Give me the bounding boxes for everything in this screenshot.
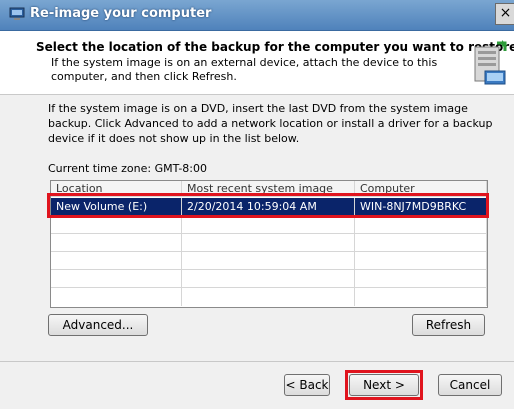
empty-row bbox=[51, 270, 487, 288]
empty-cell bbox=[51, 288, 182, 306]
title-bar: Re-image your computer × bbox=[0, 0, 514, 31]
empty-cell bbox=[182, 216, 355, 234]
refresh-button[interactable]: Refresh bbox=[412, 314, 485, 336]
empty-cell bbox=[182, 288, 355, 306]
empty-cell bbox=[355, 234, 487, 252]
next-button-highlight bbox=[345, 370, 423, 400]
empty-row bbox=[51, 216, 487, 234]
empty-cell bbox=[182, 234, 355, 252]
selected-row-highlight bbox=[47, 193, 489, 218]
empty-row bbox=[51, 234, 487, 252]
computer-icon bbox=[9, 7, 25, 20]
empty-row bbox=[51, 288, 487, 306]
window-title: Re-image your computer bbox=[30, 6, 212, 21]
empty-cell bbox=[182, 252, 355, 270]
empty-cell bbox=[355, 288, 487, 306]
back-button[interactable]: < Back bbox=[284, 374, 330, 396]
empty-cell bbox=[51, 216, 182, 234]
reimage-dialog: Re-image your computer × Select the loca… bbox=[0, 0, 514, 409]
empty-cell bbox=[182, 270, 355, 288]
footer-divider bbox=[0, 361, 514, 362]
header-band: Select the location of the backup for th… bbox=[0, 31, 514, 95]
computer-restore-icon bbox=[474, 40, 507, 85]
empty-row bbox=[51, 252, 487, 270]
empty-cell bbox=[51, 234, 182, 252]
empty-cell bbox=[355, 270, 487, 288]
page-title: Select the location of the backup for th… bbox=[36, 40, 514, 54]
timezone-label: Current time zone: GMT-8:00 bbox=[48, 162, 208, 175]
empty-cell bbox=[355, 216, 487, 234]
empty-cell bbox=[51, 270, 182, 288]
close-button[interactable]: × bbox=[495, 3, 514, 25]
empty-cell bbox=[355, 252, 487, 270]
instructions-text: If the system image is on a DVD, insert … bbox=[48, 102, 493, 145]
advanced-button[interactable]: Advanced... bbox=[48, 314, 148, 336]
empty-cell bbox=[51, 252, 182, 270]
header-description: If the system image is on an external de… bbox=[51, 56, 438, 83]
cancel-button[interactable]: Cancel bbox=[438, 374, 502, 396]
